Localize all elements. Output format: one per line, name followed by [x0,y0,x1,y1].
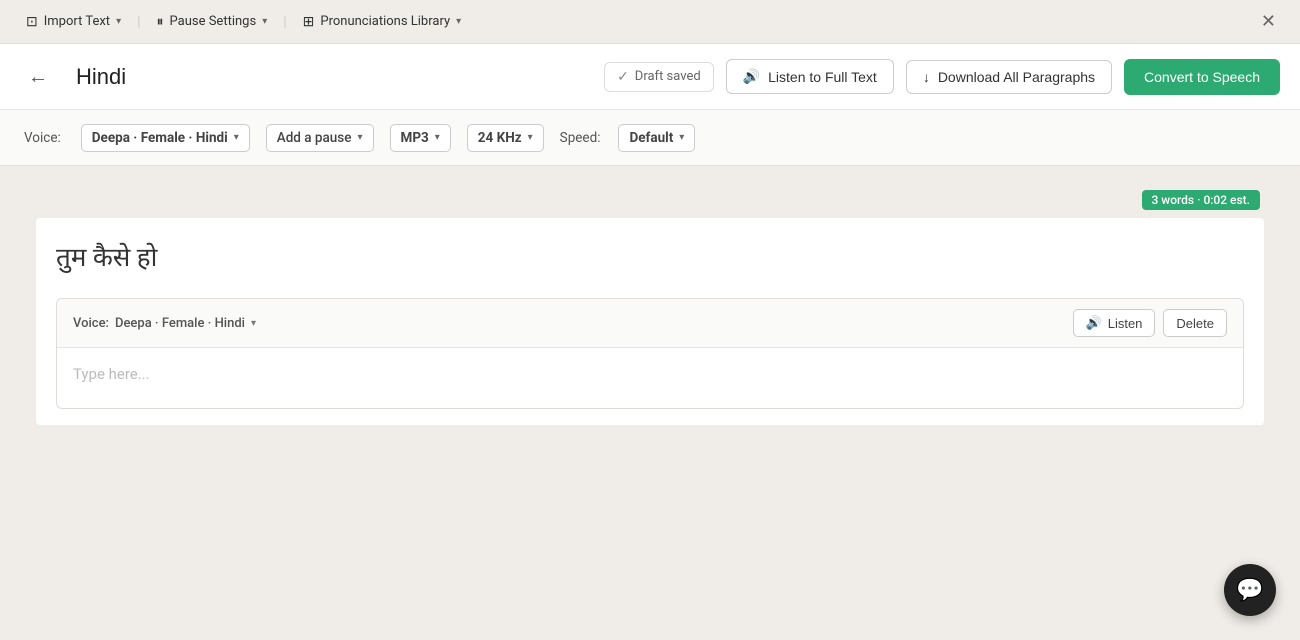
import-arrow-icon: ▾ [116,16,121,27]
title-input[interactable] [68,60,592,94]
paragraph-voice-value: Deepa · Female · Hindi [115,316,245,331]
speed-selector[interactable]: Default ▾ [618,124,695,152]
paragraph-voice: Voice: Deepa · Female · Hindi ▾ [73,316,256,331]
draft-saved-label: Draft saved [635,69,701,84]
speed-prefix-label: Speed: [560,130,601,146]
pause-settings-icon: ⏸ [157,14,164,30]
format-arrow-icon: ▾ [435,132,440,143]
voice-prefix-label: Voice: [24,130,61,146]
chat-icon: 💬 [1236,578,1263,603]
pause-label: Add a pause [277,130,352,146]
main-text: तुम कैसे हो [56,234,1244,278]
pause-arrow-icon: ▾ [262,16,267,27]
paragraph-body[interactable]: Type here... [57,348,1243,408]
quality-value-label: 24 KHz [478,130,522,146]
download-label: Download All Paragraphs [938,69,1095,85]
paragraph-listen-icon: 🔊 [1086,315,1102,331]
pause-settings-nav[interactable]: ⏸ Pause Settings ▾ [147,8,278,36]
voice-selector[interactable]: Deepa · Female · Hindi ▾ [81,124,250,152]
draft-saved-badge: ✓ Draft saved [604,62,714,92]
speed-value-label: Default [629,130,673,146]
header-row: ← ✓ Draft saved 🔊 Listen to Full Text ↓ … [0,44,1300,110]
paragraph-placeholder: Type here... [73,365,150,383]
convert-label: Convert to Speech [1144,69,1260,85]
paragraph-listen-button[interactable]: 🔊 Listen [1073,309,1156,337]
paragraph-voice-prefix: Voice: [73,316,109,331]
download-icon: ↓ [923,69,930,85]
paragraph-actions: 🔊 Listen Delete [1073,309,1227,337]
listen-label: Listen to Full Text [768,69,877,85]
close-button[interactable]: ✕ [1253,7,1284,36]
pause-settings-label: Pause Settings [170,14,257,29]
download-all-paragraphs-button[interactable]: ↓ Download All Paragraphs [906,60,1112,94]
main-content: 3 words · 0:02 est. तुम कैसे हो Voice: D… [0,166,1300,445]
draft-check-icon: ✓ [617,69,629,85]
paragraph-block: Voice: Deepa · Female · Hindi ▾ 🔊 Listen… [56,298,1244,409]
word-count-area: 3 words · 0:02 est. [24,186,1276,218]
pause-selector-arrow-icon: ▾ [357,132,362,143]
import-text-nav[interactable]: ⊡ Import Text ▾ [16,8,131,36]
pronunciations-library-label: Pronunciations Library [320,14,450,29]
speed-arrow-icon: ▾ [679,132,684,143]
paragraph-delete-label: Delete [1176,316,1214,331]
quality-arrow-icon: ▾ [528,132,533,143]
import-icon: ⊡ [26,14,38,30]
voice-arrow-icon: ▾ [234,132,239,143]
voice-value-label: Deepa · Female · Hindi [92,130,228,146]
word-count-badge: 3 words · 0:02 est. [1142,190,1261,210]
nav-separator-1: | [135,14,142,30]
paragraph-header: Voice: Deepa · Female · Hindi ▾ 🔊 Listen… [57,299,1243,348]
import-text-label: Import Text [44,14,110,29]
toolbar-row: Voice: Deepa · Female · Hindi ▾ Add a pa… [0,110,1300,166]
format-value-label: MP3 [401,130,429,146]
paragraph-listen-label: Listen [1108,316,1143,331]
paragraph-delete-button[interactable]: Delete [1163,309,1227,337]
convert-to-speech-button[interactable]: Convert to Speech [1124,59,1280,95]
format-selector[interactable]: MP3 ▾ [390,124,451,152]
pause-selector[interactable]: Add a pause ▾ [266,124,374,152]
listen-icon: 🔊 [743,68,760,85]
paragraph-voice-arrow-icon[interactable]: ▾ [251,318,256,329]
listen-full-text-button[interactable]: 🔊 Listen to Full Text [726,59,894,94]
back-button[interactable]: ← [20,60,56,93]
lib-arrow-icon: ▾ [456,16,461,27]
chat-bubble-button[interactable]: 💬 [1224,564,1276,616]
top-nav: ⊡ Import Text ▾ | ⏸ Pause Settings ▾ | ⊞… [0,0,1300,44]
content-area: तुम कैसे हो Voice: Deepa · Female · Hind… [36,218,1264,425]
nav-separator-2: | [281,14,288,30]
quality-selector[interactable]: 24 KHz ▾ [467,124,544,152]
lib-icon: ⊞ [303,14,315,30]
pronunciations-library-nav[interactable]: ⊞ Pronunciations Library ▾ [293,8,472,36]
